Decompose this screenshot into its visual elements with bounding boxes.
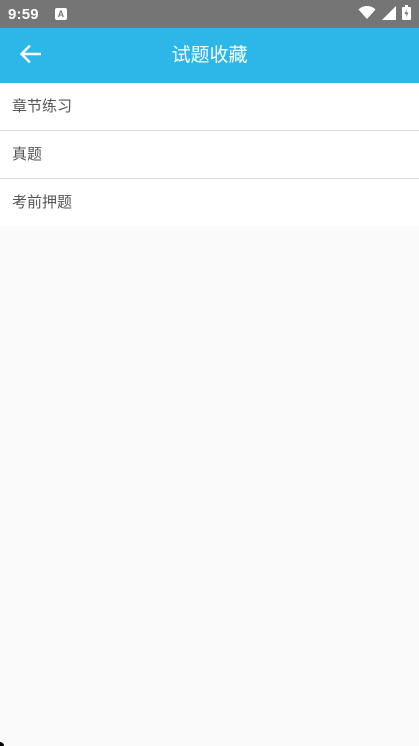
- status-icons: [358, 4, 411, 24]
- signal-icon: [382, 5, 396, 24]
- collection-list: 章节练习 真题 考前押题: [0, 83, 419, 226]
- screen-corner: [0, 742, 4, 746]
- list-item-chapter-practice[interactable]: 章节练习: [0, 83, 419, 131]
- battery-icon: [402, 4, 411, 24]
- status-bar: 9:59 A: [0, 0, 419, 28]
- wifi-icon: [358, 5, 376, 24]
- app-bar: 试题收藏: [0, 28, 419, 83]
- page-title: 试题收藏: [171, 44, 248, 66]
- status-time: 9:59: [8, 5, 39, 23]
- list-item-predicted-questions[interactable]: 考前押题: [0, 179, 419, 226]
- list-item-past-exams[interactable]: 真题: [0, 131, 419, 179]
- notification-icon: A: [54, 8, 67, 20]
